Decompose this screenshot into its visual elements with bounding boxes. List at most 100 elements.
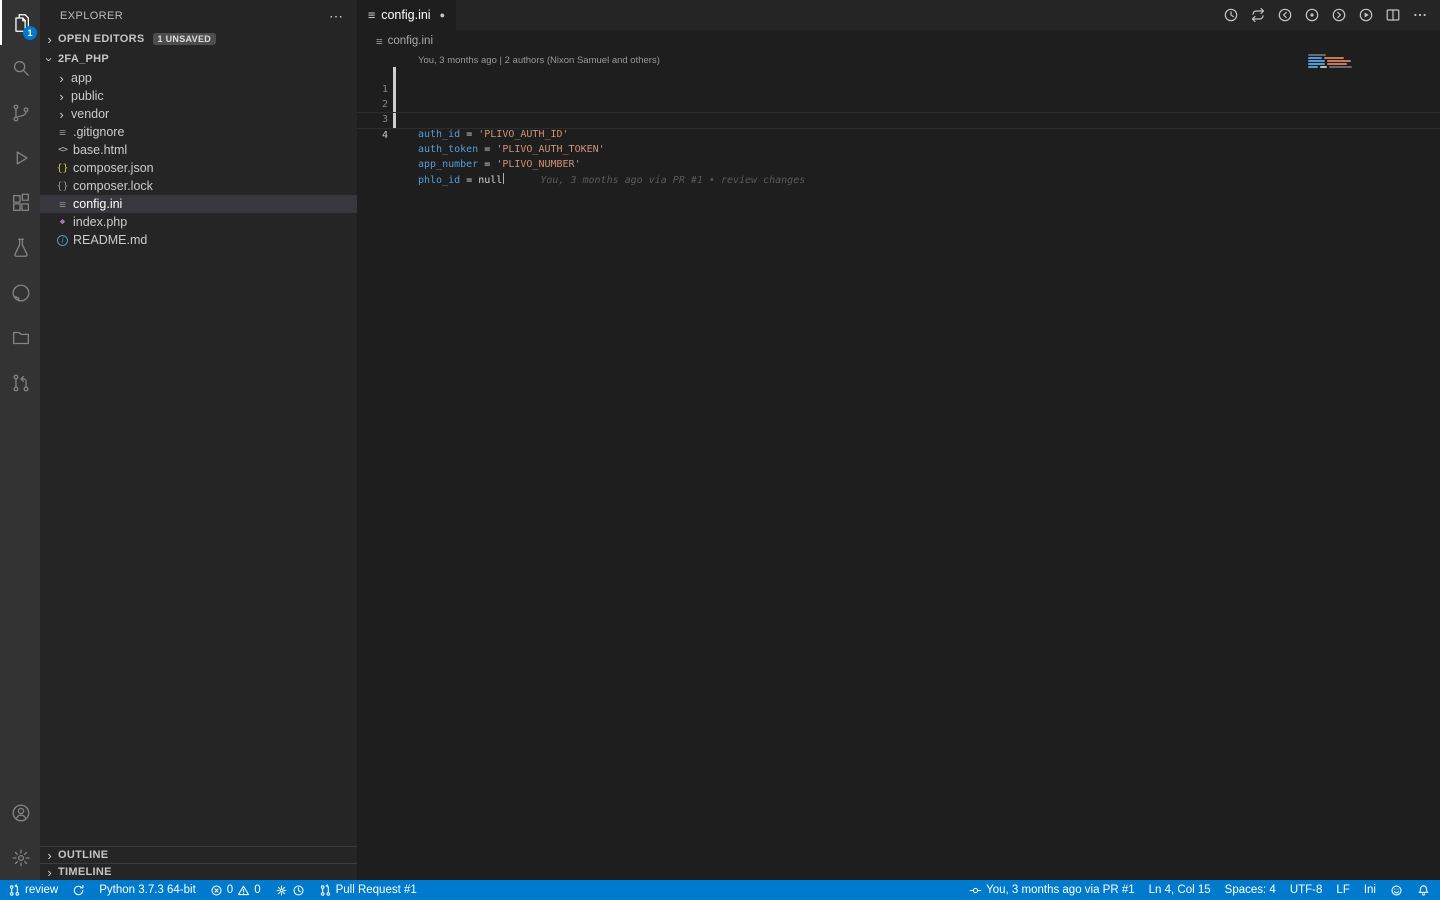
timeline-section[interactable]: › TIMELINE <box>40 863 357 880</box>
eol-status[interactable]: LF <box>1336 880 1349 900</box>
file-history-icon[interactable] <box>1223 7 1239 23</box>
minimap-line <box>1308 60 1325 62</box>
previous-change-icon[interactable] <box>1277 7 1293 23</box>
open-changes-icon[interactable] <box>1304 7 1320 23</box>
activity-search[interactable] <box>0 45 40 90</box>
minimap-line <box>1324 57 1344 59</box>
code-line-1: 1 auth_id = 'PLIVO_AUTH_ID' <box>357 67 1440 82</box>
pull-request-icon <box>10 372 32 394</box>
activity-settings[interactable] <box>0 835 40 880</box>
git-gutter-indicator[interactable] <box>393 82 396 97</box>
file-base-html[interactable]: <> base.html <box>40 141 357 159</box>
split-editor-icon[interactable] <box>1385 7 1401 23</box>
file-readme-md[interactable]: i README.md <box>40 231 357 249</box>
encoding-label: UTF-8 <box>1290 884 1323 896</box>
status-bar: review Python 3.7.3 64-bit 0 <box>0 880 1440 900</box>
error-count: 0 <box>227 884 233 896</box>
cursor-position-status[interactable]: Ln 4, Col 15 <box>1149 880 1211 900</box>
activity-testing[interactable] <box>0 225 40 270</box>
modified-dot-icon[interactable]: ● <box>440 10 445 20</box>
folder-public[interactable]: › public <box>40 87 357 105</box>
code-line-2: 2 auth_token = 'PLIVO_AUTH_TOKEN' <box>357 82 1440 97</box>
root-folder-row[interactable]: › 2FA_PHP <box>40 49 357 69</box>
tab-label: config.ini <box>381 8 430 22</box>
code-line-3: 3 app_number = 'PLIVO_NUMBER' <box>357 97 1440 112</box>
activity-run-debug[interactable] <box>0 135 40 180</box>
tab-config-ini[interactable]: ≡ config.ini ● <box>357 0 457 30</box>
folder-vendor[interactable]: › vendor <box>40 105 357 123</box>
explorer-sidebar: EXPLORER ⋯ › OPEN EDITORS 1 UNSAVED › 2F… <box>40 0 357 880</box>
activity-pull-requests[interactable] <box>0 360 40 405</box>
gear-icon <box>10 847 32 869</box>
extension-status-icons[interactable] <box>275 880 305 900</box>
git-gutter-indicator[interactable] <box>393 113 396 128</box>
chevron-right-icon: › <box>43 865 56 880</box>
git-gutter-indicator[interactable] <box>393 97 396 112</box>
pull-request-status[interactable]: Pull Request #1 <box>319 880 417 900</box>
minimap-line <box>1320 66 1327 68</box>
activity-accounts[interactable] <box>0 790 40 835</box>
github-icon <box>10 282 32 304</box>
markdown-file-icon: i <box>57 235 68 246</box>
next-change-icon[interactable] <box>1331 7 1347 23</box>
encoding-status[interactable]: UTF-8 <box>1290 880 1323 900</box>
file-composer-lock[interactable]: {} composer.lock <box>40 177 357 195</box>
blame-status[interactable]: You, 3 months ago via PR #1 <box>969 880 1135 900</box>
git-gutter-indicator[interactable] <box>393 67 396 82</box>
notifications-status[interactable] <box>1417 880 1430 900</box>
activity-extensions[interactable] <box>0 180 40 225</box>
file-index-php[interactable]: ◆ index.php <box>40 213 357 231</box>
minimap-line <box>1329 66 1352 68</box>
codelens-authors[interactable]: You, 3 months ago | 2 authors (Nixon Sam… <box>357 54 1440 67</box>
pull-request-label: Pull Request #1 <box>336 884 417 896</box>
breadcrumb[interactable]: ≡ config.ini <box>357 30 1440 52</box>
minimap[interactable] <box>1308 54 1352 69</box>
extensions-icon <box>10 192 32 214</box>
language-label: Ini <box>1364 884 1376 896</box>
warning-icon <box>237 884 250 897</box>
open-editors-section[interactable]: › OPEN EDITORS 1 UNSAVED <box>40 29 357 49</box>
python-interpreter-status[interactable]: Python 3.7.3 64-bit <box>99 880 196 900</box>
timeline-label: TIMELINE <box>58 866 112 878</box>
commit-icon <box>969 884 982 897</box>
inline-blame-annotation: You, 3 months ago via PR #1 • review cha… <box>540 175 805 186</box>
file-composer-json[interactable]: {} composer.json <box>40 159 357 177</box>
problems-status[interactable]: 0 0 <box>210 880 261 900</box>
folder-app[interactable]: › app <box>40 69 357 87</box>
file-name: composer.lock <box>73 179 153 193</box>
indentation-status[interactable]: Spaces: 4 <box>1225 880 1276 900</box>
beaker-icon <box>10 237 32 259</box>
bell-icon <box>1417 884 1430 897</box>
run-file-icon[interactable] <box>1358 7 1374 23</box>
more-actions-icon[interactable] <box>1412 7 1428 23</box>
chevron-right-icon: › <box>55 89 68 104</box>
activity-source-control[interactable] <box>0 90 40 135</box>
sidebar-bottom-panels: › OUTLINE › TIMELINE <box>40 846 357 880</box>
file-name: .gitignore <box>73 125 124 139</box>
branch-status[interactable]: review <box>8 880 58 900</box>
outline-section[interactable]: › OUTLINE <box>40 846 357 863</box>
ini-null-value: null <box>478 175 502 186</box>
file-config-ini[interactable]: ≡ config.ini <box>40 195 357 213</box>
activity-explorer[interactable]: 1 <box>0 0 40 45</box>
breadcrumb-file[interactable]: config.ini <box>388 35 433 47</box>
compare-changes-icon[interactable] <box>1250 7 1266 23</box>
language-status[interactable]: Ini <box>1364 880 1376 900</box>
minimap-line <box>1308 57 1322 59</box>
feedback-status[interactable] <box>1390 880 1403 900</box>
file-gitignore[interactable]: ≡ .gitignore <box>40 123 357 141</box>
ini-key: phlo_id <box>418 175 460 186</box>
more-actions-icon[interactable]: ⋯ <box>329 11 343 21</box>
lock-file-icon: {} <box>55 181 70 192</box>
activity-github[interactable] <box>0 270 40 315</box>
activity-remote-explorer[interactable] <box>0 315 40 360</box>
chevron-right-icon: › <box>55 107 68 122</box>
sync-icon <box>72 884 85 897</box>
file-name: index.php <box>73 215 127 229</box>
chevron-right-icon: › <box>43 848 56 863</box>
folder-icon <box>10 327 32 349</box>
sync-status[interactable] <box>72 880 85 900</box>
chevron-right-icon: › <box>55 71 68 86</box>
code-editor[interactable]: You, 3 months ago | 2 authors (Nixon Sam… <box>357 52 1440 880</box>
gear-icon <box>275 884 288 897</box>
